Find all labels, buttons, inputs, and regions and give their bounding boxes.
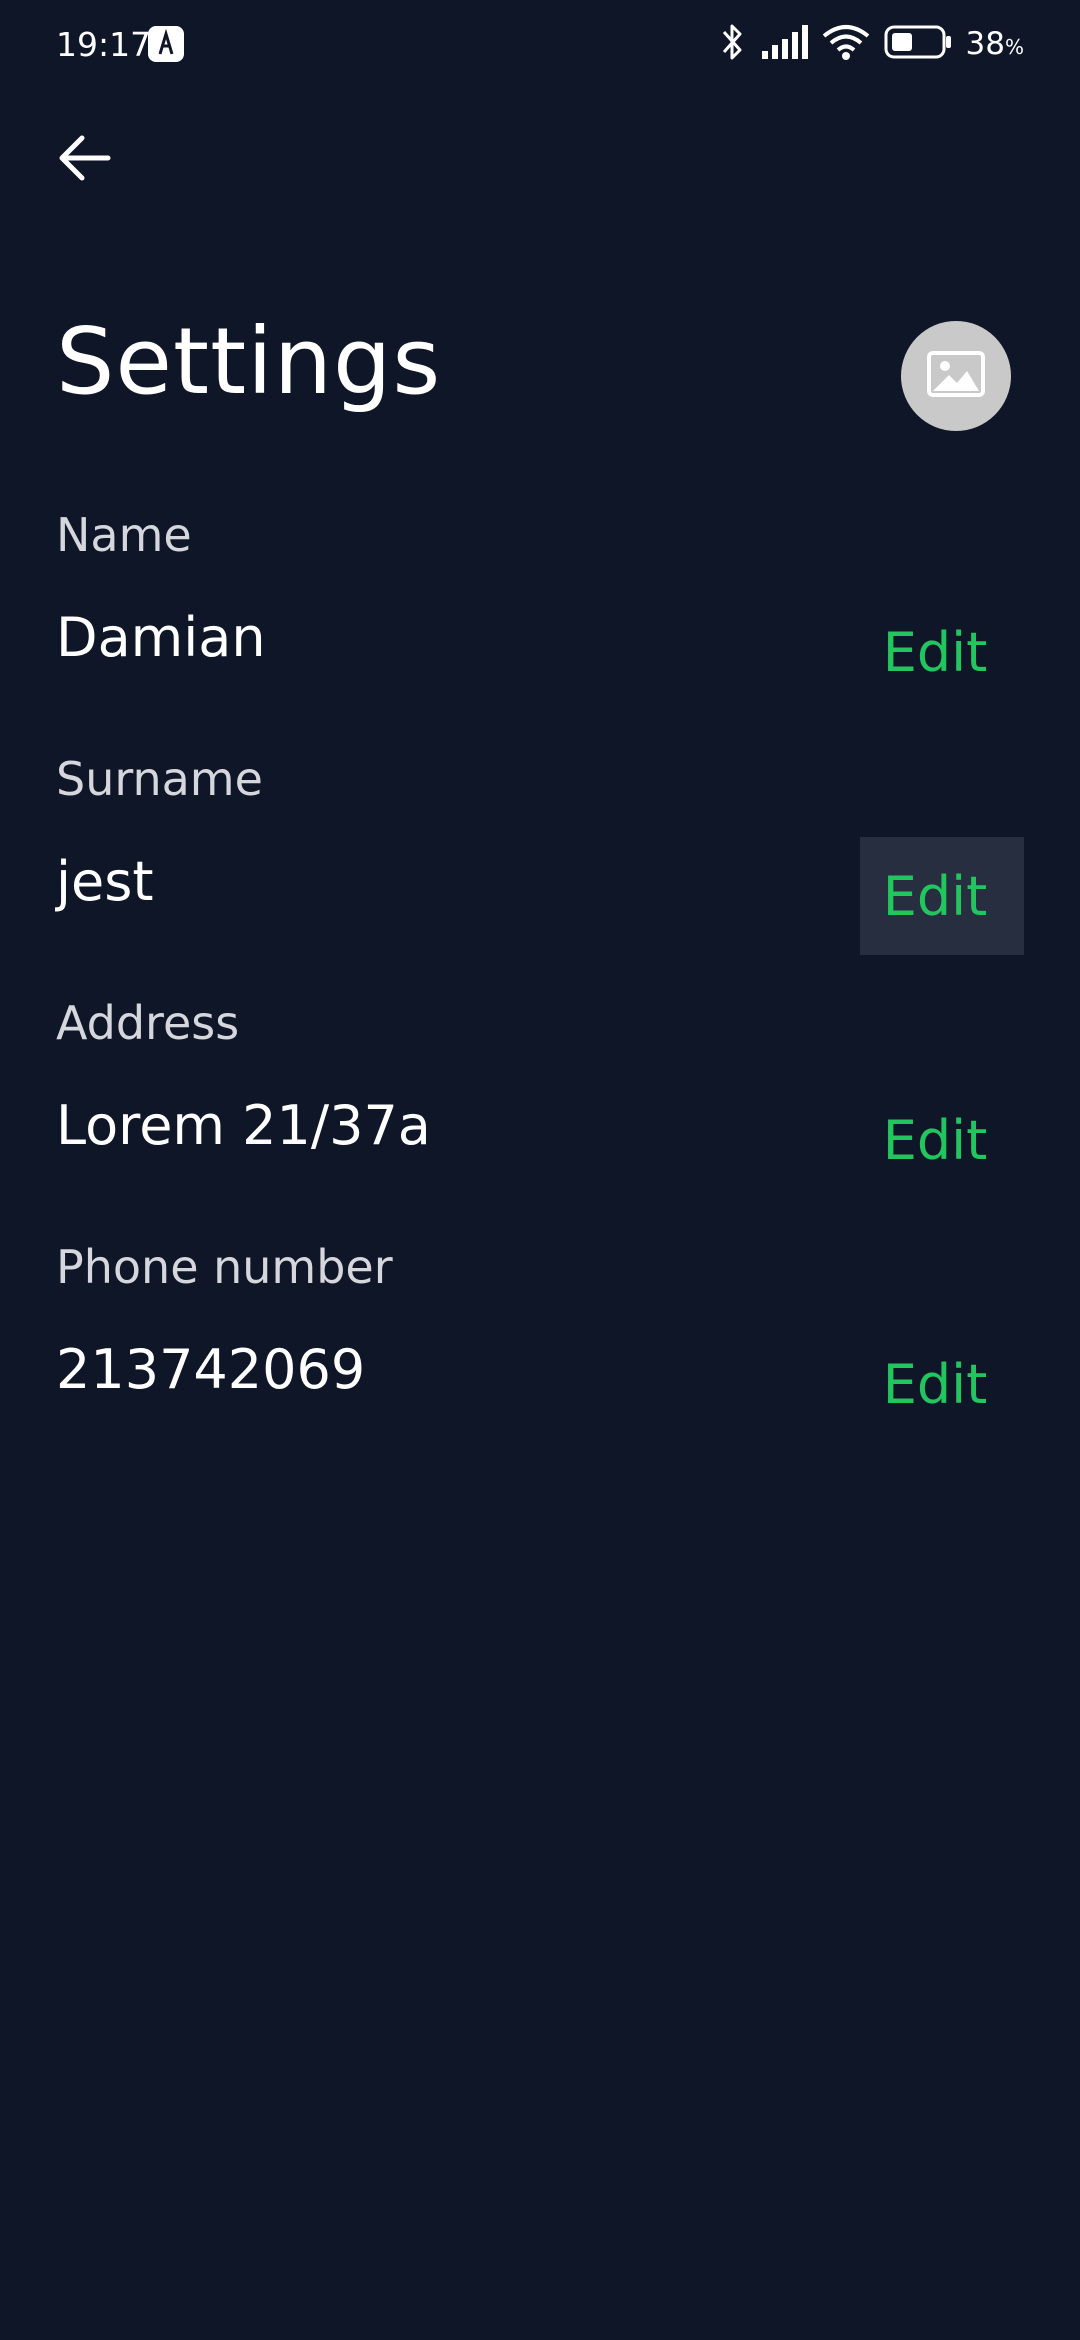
field-name: Name Damian Edit (0, 505, 1080, 745)
bluetooth-icon (720, 22, 746, 66)
status-icons: 38% (720, 22, 1024, 66)
field-value: Lorem 21/37a (56, 1094, 431, 1157)
page-title: Settings (56, 308, 442, 415)
field-value: 213742069 (56, 1338, 366, 1401)
field-address: Address Lorem 21/37a Edit (0, 993, 1080, 1233)
avatar[interactable] (901, 321, 1011, 431)
field-label: Phone number (56, 1240, 393, 1294)
edit-surname-button[interactable]: Edit (860, 837, 1024, 955)
field-surname: Surname jest Edit (0, 749, 1080, 989)
image-placeholder-icon (927, 351, 985, 401)
edit-phone-number-button[interactable]: Edit (860, 1325, 1024, 1443)
wifi-icon (822, 24, 870, 64)
settings-screen: 19:17 38% Settings Name Damian Edit Surn… (0, 0, 1080, 2340)
field-label: Address (56, 996, 240, 1050)
arrow-left-icon (56, 134, 112, 186)
field-label: Name (56, 508, 192, 562)
back-button[interactable] (50, 126, 118, 194)
battery-icon (884, 25, 952, 63)
edit-name-button[interactable]: Edit (860, 593, 1024, 711)
status-bar: 19:17 38% (0, 0, 1080, 90)
battery-percent: 38% (965, 26, 1024, 62)
edit-address-button[interactable]: Edit (860, 1081, 1024, 1199)
app-notification-icon (148, 26, 184, 62)
field-phone-number: Phone number 213742069 Edit (0, 1237, 1080, 1477)
field-value: Damian (56, 606, 266, 669)
status-time: 19:17 (56, 25, 152, 64)
signal-icon (760, 25, 808, 63)
field-value: jest (56, 850, 154, 913)
field-label: Surname (56, 752, 263, 806)
